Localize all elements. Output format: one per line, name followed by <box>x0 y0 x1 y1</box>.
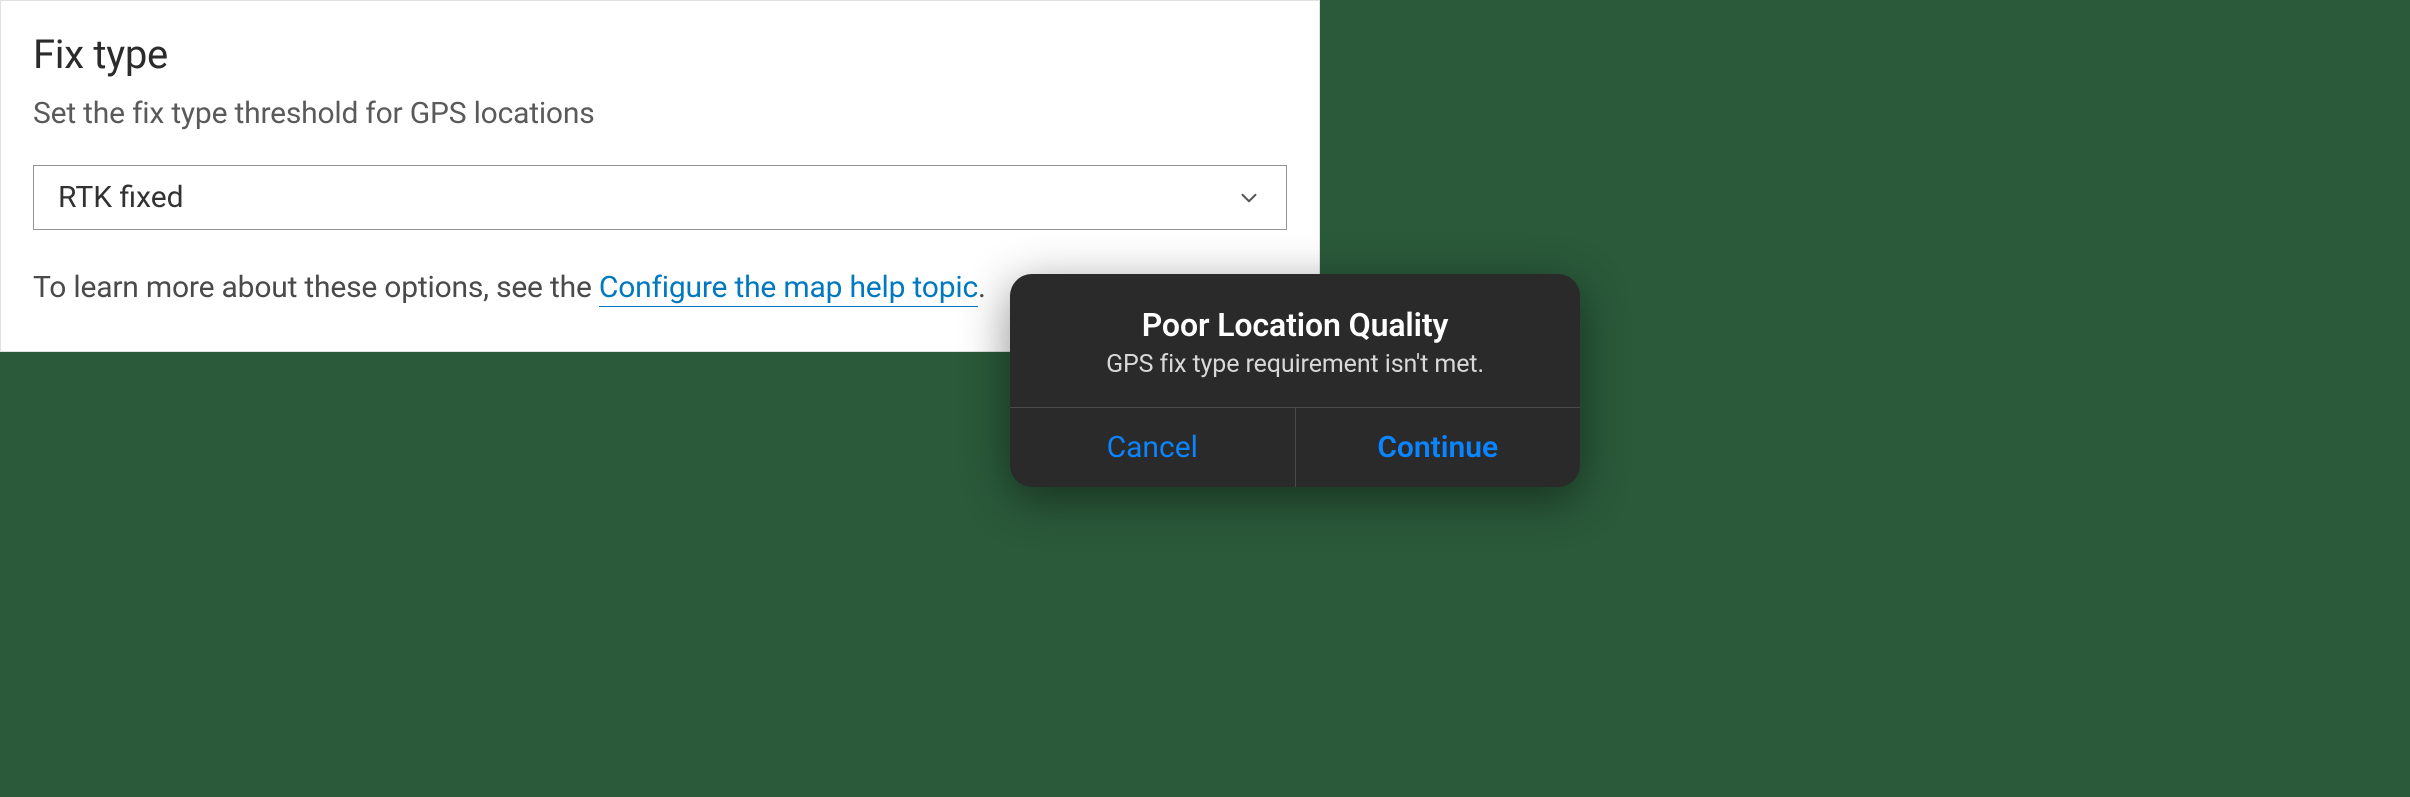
continue-button[interactable]: Continue <box>1295 408 1581 487</box>
alert-button-row: Cancel Continue <box>1010 407 1580 487</box>
footer-suffix: . <box>978 270 986 305</box>
settings-description: Set the fix type threshold for GPS locat… <box>33 96 1287 131</box>
footer-prefix: To learn more about these options, see t… <box>33 270 599 305</box>
chevron-down-icon <box>1236 185 1262 211</box>
dropdown-selected-value: RTK fixed <box>58 180 184 215</box>
settings-title: Fix type <box>33 31 1287 78</box>
configure-map-help-link[interactable]: Configure the map help topic <box>599 270 978 307</box>
alert-body: Poor Location Quality GPS fix type requi… <box>1010 274 1580 407</box>
alert-title: Poor Location Quality <box>1034 306 1556 344</box>
location-quality-alert: Poor Location Quality GPS fix type requi… <box>1010 274 1580 487</box>
alert-message: GPS fix type requirement isn't met. <box>1034 350 1556 379</box>
cancel-button[interactable]: Cancel <box>1010 408 1295 487</box>
fix-type-dropdown[interactable]: RTK fixed <box>33 165 1287 230</box>
